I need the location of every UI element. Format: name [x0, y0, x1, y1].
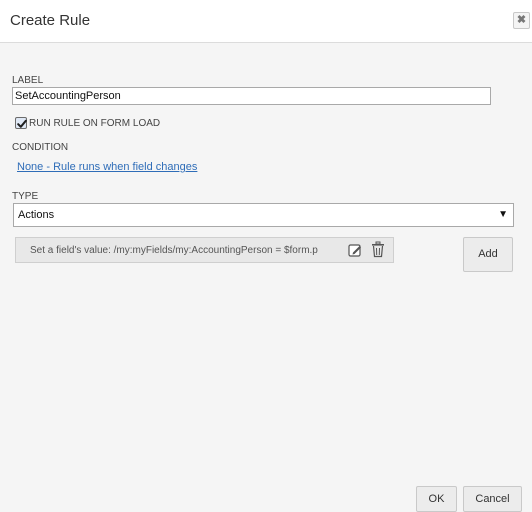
action-item: Set a field's value: /my:myFields/my:Acc… — [15, 237, 394, 263]
close-icon: ✖ — [517, 14, 526, 26]
run-on-load-label: RUN RULE ON FORM LOAD — [29, 118, 160, 129]
action-text: Set a field's value: /my:myFields/my:Acc… — [30, 245, 352, 259]
trash-icon[interactable] — [370, 241, 386, 258]
edit-icon[interactable] — [347, 242, 363, 258]
type-selected-value: Actions — [18, 209, 54, 221]
label-field-label: LABEL — [12, 75, 43, 86]
dialog-header: Create Rule ✖ — [0, 0, 532, 43]
type-select[interactable]: Actions ▼ — [13, 203, 514, 227]
condition-label: CONDITION — [12, 142, 68, 153]
close-button[interactable]: ✖ — [513, 12, 530, 29]
run-on-load-checkbox[interactable] — [15, 117, 27, 129]
chevron-down-icon: ▼ — [498, 209, 508, 220]
ok-button[interactable]: OK — [416, 486, 457, 512]
type-label: TYPE — [12, 191, 38, 202]
add-button[interactable]: Add — [463, 237, 513, 272]
cancel-button[interactable]: Cancel — [463, 486, 522, 512]
dialog-title: Create Rule — [10, 12, 90, 29]
condition-link[interactable]: None - Rule runs when field changes — [17, 161, 197, 173]
label-input[interactable] — [12, 87, 491, 105]
checkmark-icon — [16, 118, 28, 130]
